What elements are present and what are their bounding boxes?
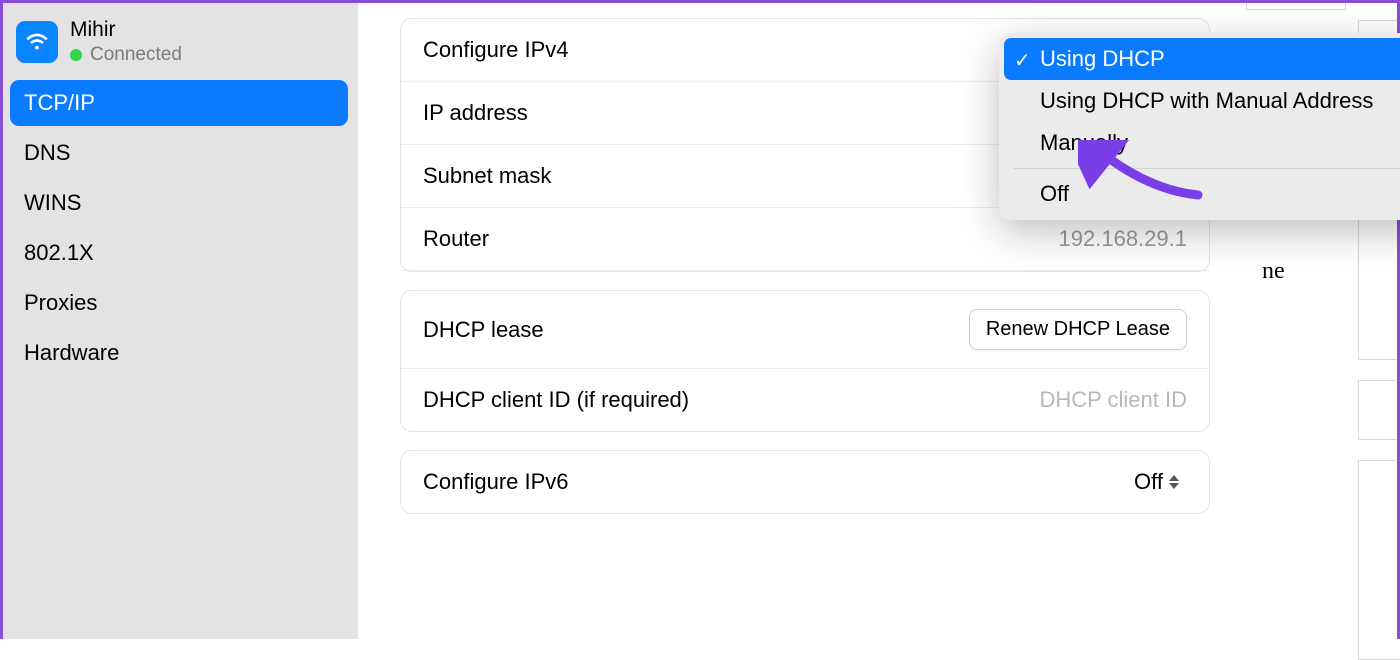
sidebar-item-proxies[interactable]: Proxies — [10, 280, 348, 326]
row-dhcp-lease: DHCP lease Renew DHCP Lease — [401, 291, 1209, 369]
group-dhcp: DHCP lease Renew DHCP Lease DHCP client … — [400, 290, 1210, 432]
sidebar-item-wins[interactable]: WINS — [10, 180, 348, 226]
sidebar-item-hardware[interactable]: Hardware — [10, 330, 348, 376]
row-dhcp-client-id[interactable]: DHCP client ID (if required) DHCP client… — [401, 369, 1209, 431]
sidebar-item-dns[interactable]: DNS — [10, 130, 348, 176]
dhcp-client-id-placeholder: DHCP client ID — [1039, 387, 1187, 413]
group-ipv6: Configure IPv6 Off — [400, 450, 1210, 514]
popup-option-using-dhcp-manual[interactable]: Using DHCP with Manual Address — [1004, 80, 1400, 122]
configure-ipv4-label: Configure IPv4 — [423, 37, 569, 63]
status-text: Connected — [90, 44, 182, 66]
router-value: 192.168.29.1 — [1059, 226, 1187, 252]
sidebar-item-tcpip[interactable]: TCP/IP — [10, 80, 348, 126]
popup-option-off[interactable]: Off — [1004, 173, 1400, 215]
configure-ipv4-popup: ✓ Using DHCP Using DHCP with Manual Addr… — [999, 33, 1400, 220]
status-dot-icon — [70, 49, 82, 61]
group-ipv4: Configure IPv4 IP address Subnet mask Ro… — [400, 18, 1210, 272]
sidebar-item-8021x[interactable]: 802.1X — [10, 230, 348, 276]
subnet-mask-label: Subnet mask — [423, 163, 551, 189]
network-status: Connected — [70, 44, 182, 66]
router-label: Router — [423, 226, 489, 252]
bg-partial-text: ne — [1262, 258, 1285, 285]
popup-option-label: Using DHCP — [1040, 46, 1165, 71]
network-name: Mihir — [70, 18, 182, 42]
chevron-updown-icon — [1169, 471, 1187, 493]
main-content: Configure IPv4 IP address Subnet mask Ro… — [358, 0, 1228, 639]
dhcp-client-id-label: DHCP client ID (if required) — [423, 387, 689, 413]
checkmark-icon: ✓ — [1014, 48, 1031, 73]
popup-option-manually[interactable]: Manually — [1004, 122, 1400, 164]
ip-address-label: IP address — [423, 100, 528, 126]
settings-window: Mihir Connected TCP/IP DNS WINS 802.1X P… — [0, 0, 1228, 639]
wifi-icon — [16, 21, 58, 63]
popup-divider — [1014, 168, 1400, 169]
popup-option-using-dhcp[interactable]: ✓ Using DHCP — [1004, 38, 1400, 80]
sidebar-nav: TCP/IP DNS WINS 802.1X Proxies Hardware — [10, 80, 348, 380]
sidebar: Mihir Connected TCP/IP DNS WINS 802.1X P… — [0, 0, 358, 639]
ipv6-value-text: Off — [1134, 469, 1163, 495]
network-info: Mihir Connected — [70, 18, 182, 66]
renew-dhcp-lease-button[interactable]: Renew DHCP Lease — [969, 309, 1187, 350]
configure-ipv6-label: Configure IPv6 — [423, 469, 569, 495]
row-configure-ipv6[interactable]: Configure IPv6 Off — [401, 451, 1209, 513]
dhcp-lease-label: DHCP lease — [423, 317, 544, 343]
network-header: Mihir Connected — [10, 12, 348, 80]
configure-ipv6-value: Off — [1134, 469, 1187, 495]
